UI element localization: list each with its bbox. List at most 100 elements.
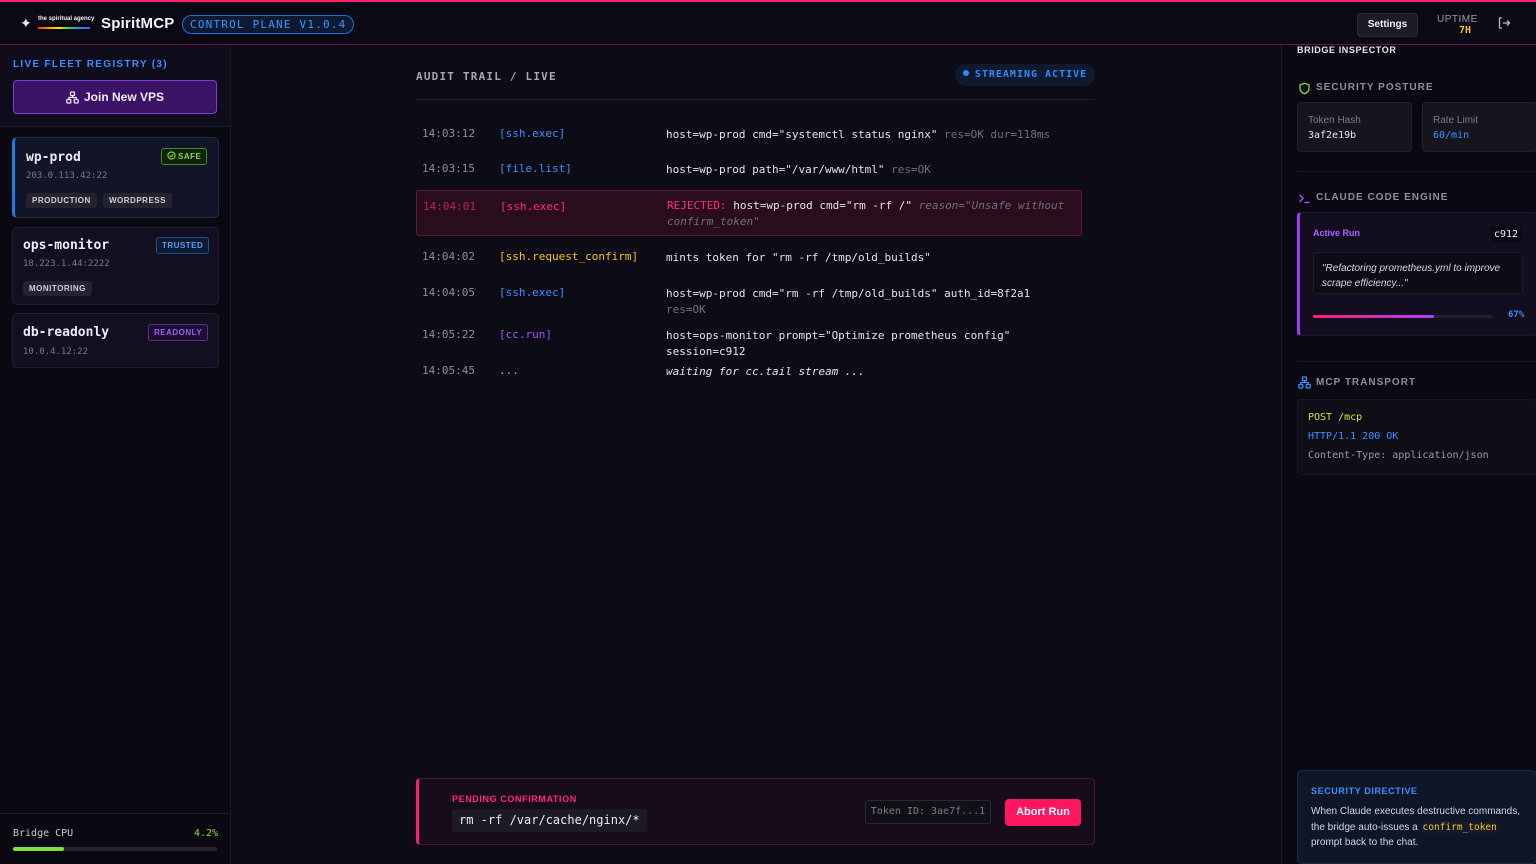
log-time: 14:05:22: [422, 328, 475, 341]
vps-address: 203.0.113.42:22: [26, 171, 108, 181]
log-row[interactable]: 14:05:22 [cc.run] host=ops-monitor promp…: [416, 328, 1082, 358]
logout-icon[interactable]: [1497, 16, 1511, 30]
cpu-meter: [13, 847, 217, 851]
vps-card-ops-monitor[interactable]: ops-monitor 18.223.1.44:2222 TRUSTED MON…: [12, 227, 219, 305]
vps-address: 10.0.4.12:22: [23, 347, 89, 357]
log-time: 14:05:45: [422, 364, 475, 377]
log-message: host=wp-prod cmd="rm -rf /tmp/old_builds…: [666, 287, 1031, 316]
rate-limit-label: Rate Limit: [1433, 115, 1479, 126]
settings-button[interactable]: Settings: [1357, 13, 1418, 37]
tag-production: PRODUCTION: [26, 193, 97, 208]
run-progress-percent: 67%: [1508, 310, 1525, 320]
log-tool: [file.list]: [499, 162, 572, 175]
log-tool: [cc.run]: [499, 328, 552, 341]
claude-engine-title: CLAUDE CODE ENGINE: [1316, 192, 1449, 203]
directive-title: SECURITY DIRECTIVE: [1311, 786, 1418, 796]
join-new-vps-label: Join New VPS: [83, 90, 165, 104]
mcp-method: POST /mcp: [1308, 412, 1363, 423]
log-tool: [ssh.request_confirm]: [499, 250, 639, 263]
log-time: 14:03:12: [422, 127, 475, 140]
vps-name: wp-prod: [26, 150, 81, 165]
status-badge-readonly: READONLY: [148, 324, 209, 341]
section-divider: [1297, 361, 1536, 362]
log-message: mints token for "rm -rf /tmp/old_builds": [666, 251, 931, 264]
network-icon: [1298, 376, 1311, 389]
rate-limit-card: Rate Limit 60/min: [1422, 102, 1536, 152]
security-posture-title: SECURITY POSTURE: [1316, 82, 1434, 93]
log-row[interactable]: 14:03:12 [ssh.exec] host=wp-prod cmd="sy…: [416, 127, 1082, 143]
shield-icon: [1299, 82, 1310, 95]
log-row-rejected[interactable]: 14:04:01 [ssh.exec] REJECTED: host=wp-pr…: [416, 190, 1082, 236]
security-directive-panel: SECURITY DIRECTIVE When Claude executes …: [1297, 770, 1536, 864]
active-run-label: Active Run: [1313, 228, 1361, 238]
terminal-icon: [1299, 194, 1310, 204]
log-tool: [ssh.exec]: [500, 200, 567, 213]
audit-divider: [416, 99, 1095, 100]
cpu-divider: [0, 813, 230, 814]
log-tool: [ssh.exec]: [499, 127, 566, 140]
version-badge: CONTROL PLANE V1.0.4: [182, 15, 355, 34]
log-tool: ...: [499, 364, 519, 377]
tag-wordpress: WORDPRESS: [103, 193, 172, 208]
log-message: host=wp-prod cmd="systemctl status nginx…: [666, 128, 1051, 141]
run-progress-fill: [1313, 315, 1434, 318]
run-description: "Refactoring prometheus.yml to improve s…: [1313, 252, 1523, 294]
audit-title: AUDIT TRAIL / LIVE: [416, 70, 557, 83]
vps-card-db-readonly[interactable]: db-readonly 10.0.4.12:22 READONLY: [12, 313, 219, 368]
log-time: 14:04:05: [422, 286, 475, 299]
fleet-title: LIVE FLEET REGISTRY (3): [13, 59, 168, 70]
log-message: REJECTED: host=wp-prod cmd="rm -rf /" re…: [667, 199, 1065, 228]
pending-label: PENDING CONFIRMATION: [452, 794, 577, 804]
log-message: waiting for cc.tail stream ...: [666, 365, 865, 378]
log-row[interactable]: 14:04:02 [ssh.request_confirm] mints tok…: [416, 250, 1082, 266]
join-new-vps-button[interactable]: Join New VPS: [13, 80, 217, 114]
abort-run-button[interactable]: Abort Run: [1005, 799, 1081, 826]
log-time: 14:03:15: [422, 162, 475, 175]
cpu-value: 4.2%: [194, 828, 219, 839]
token-hash-label: Token Hash: [1308, 115, 1361, 126]
vps-name: ops-monitor: [23, 238, 110, 253]
log-row[interactable]: 14:05:45 ... waiting for cc.tail stream …: [416, 364, 1082, 380]
pending-command: rm -rf /var/cache/nginx/*: [452, 809, 647, 832]
token-hash-card: Token Hash 3af2e19b: [1297, 102, 1412, 152]
mcp-content-type: Content-Type: application/json: [1308, 450, 1489, 461]
network-icon: [66, 91, 79, 104]
uptime-value: 7H: [1459, 25, 1472, 36]
mcp-transport-card: POST /mcp HTTP/1.1 200 OK Content-Type: …: [1297, 399, 1536, 475]
mcp-status: HTTP/1.1 200 OK: [1308, 431, 1399, 442]
top-header: ✦ the spiritual agency SpiritMCP CONTROL…: [0, 0, 1536, 45]
token-hash-value: 3af2e19b: [1308, 130, 1357, 141]
streaming-status-badge: STREAMING ACTIVE: [955, 64, 1095, 86]
fleet-header: LIVE FLEET REGISTRY (3) Join New VPS: [0, 45, 230, 127]
bridge-inspector: BRIDGE INSPECTOR SECURITY POSTURE Token …: [1281, 45, 1536, 864]
run-progress-bar: [1313, 315, 1493, 318]
cpu-meter-fill: [13, 847, 64, 851]
log-tool: [ssh.exec]: [499, 286, 566, 299]
vps-card-wp-prod[interactable]: wp-prod 203.0.113.42:22 SAFE PRODUCTION …: [12, 137, 219, 218]
agency-name: the spiritual agency: [38, 16, 95, 22]
cpu-label: Bridge CPU: [13, 828, 74, 839]
session-id: c912: [1490, 226, 1523, 243]
brand-name: SpiritMCP: [101, 15, 175, 32]
check-circle-icon: [167, 151, 176, 160]
vps-address: 18.223.1.44:2222: [23, 259, 110, 269]
token-id[interactable]: Token ID: 3ae7f...1: [865, 800, 991, 824]
fleet-sidebar: LIVE FLEET REGISTRY (3) Join New VPS wp-…: [0, 45, 231, 864]
log-message: host=ops-monitor prompt="Optimize promet…: [666, 329, 1011, 358]
active-run-card[interactable]: Active Run c912 "Refactoring prometheus.…: [1297, 212, 1536, 336]
status-badge-safe: SAFE: [161, 148, 208, 165]
section-divider: [1297, 171, 1536, 172]
agency-logo[interactable]: ✦ the spiritual agency: [20, 14, 94, 32]
log-row[interactable]: 14:03:15 [file.list] host=wp-prod path="…: [416, 162, 1082, 178]
rate-limit-value: 60/min: [1433, 130, 1470, 141]
vps-name: db-readonly: [23, 325, 110, 340]
uptime-label: UPTIME: [1437, 14, 1478, 25]
log-time: 14:04:02: [422, 250, 475, 263]
bird-logo-icon: ✦: [20, 15, 32, 31]
log-row[interactable]: 14:04:05 [ssh.exec] host=wp-prod cmd="rm…: [416, 286, 1082, 316]
tag-monitoring: MONITORING: [23, 281, 92, 296]
confirm-token-code: confirm_token: [1420, 821, 1499, 833]
inspector-title: BRIDGE INSPECTOR: [1297, 45, 1397, 55]
directive-text: When Claude executes destructive command…: [1311, 806, 1520, 848]
log-message: host=wp-prod path="/var/www/html" res=OK: [666, 163, 931, 176]
